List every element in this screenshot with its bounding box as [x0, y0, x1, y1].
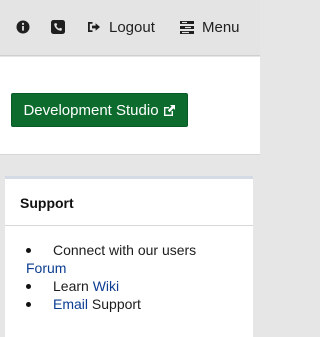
support-panel: Support Connect with our users Forum Lea…: [5, 176, 253, 337]
list-item-text: Support: [88, 296, 141, 312]
development-studio-button[interactable]: Development Studio: [11, 93, 188, 127]
external-link-icon: [163, 104, 175, 116]
support-title: Support: [20, 195, 74, 211]
list-item: Email Support: [5, 295, 253, 313]
email-link[interactable]: Email: [53, 296, 88, 312]
logout-label: Logout: [109, 18, 155, 36]
support-list: Connect with our users Forum Learn Wiki …: [5, 241, 253, 313]
logout-link[interactable]: Logout: [87, 15, 155, 39]
top-navigation-bar: Logout Menu: [0, 0, 260, 56]
studio-section: Development Studio: [0, 57, 260, 155]
bullet: [26, 248, 31, 253]
development-studio-label: Development Studio: [23, 101, 159, 119]
support-divider: [5, 225, 253, 226]
list-item-text: Learn: [53, 278, 93, 294]
phone-button[interactable]: [51, 15, 65, 39]
bullet: [26, 284, 31, 289]
menu-button[interactable]: Menu: [180, 15, 240, 39]
list-item: Learn Wiki: [5, 277, 253, 295]
bullet: [26, 302, 31, 307]
list-item: Connect with our users Forum: [5, 241, 253, 277]
wiki-link[interactable]: Wiki: [93, 278, 119, 294]
info-button[interactable]: [16, 15, 30, 39]
menu-bars-icon: [180, 20, 194, 34]
sign-out-icon: [88, 22, 100, 32]
phone-square-icon: [51, 20, 65, 34]
menu-label: Menu: [202, 18, 240, 36]
list-item-text: Connect with our users: [53, 242, 197, 258]
info-circle-icon: [16, 20, 30, 34]
forum-link[interactable]: Forum: [26, 260, 66, 276]
